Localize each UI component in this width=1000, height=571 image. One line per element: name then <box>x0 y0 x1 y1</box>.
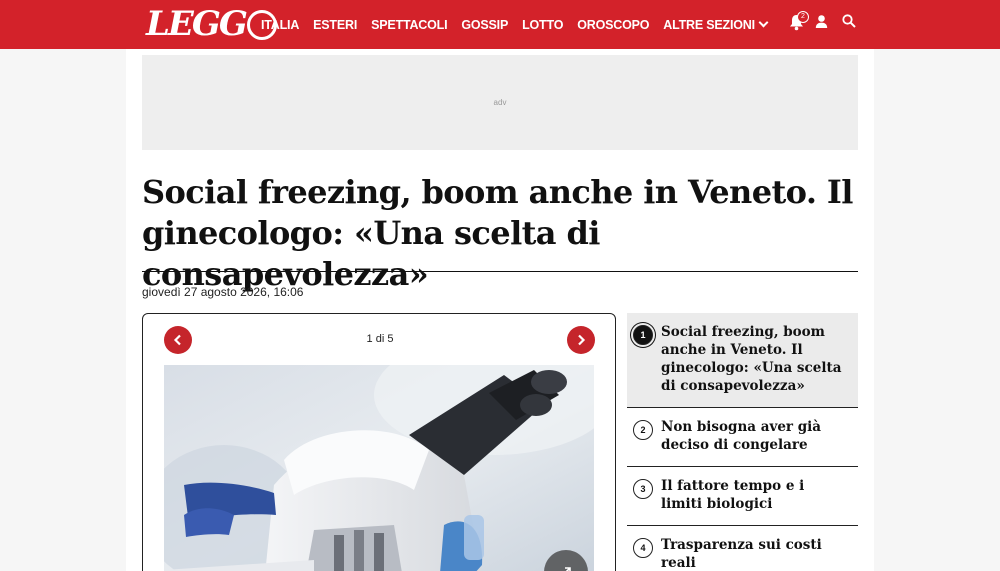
article-date: giovedì 27 agosto 2026, 16:06 <box>142 285 304 299</box>
slide-item-3[interactable]: 3 Il fattore tempo e i limiti biologici <box>627 467 858 526</box>
slide-title: Il fattore tempo e i limiti biologici <box>661 478 805 512</box>
advertisement-slot[interactable]: adv <box>142 55 858 150</box>
nav-item-esteri[interactable]: ESTERI <box>313 18 357 32</box>
nav-item-altre-sezioni-label: ALTRE SEZIONI <box>663 17 755 32</box>
chevron-right-icon <box>578 334 586 346</box>
main-nav: ITALIA ESTERI SPETTACOLI GOSSIP LOTTO OR… <box>254 0 774 49</box>
nav-item-oroscopo[interactable]: OROSCOPO <box>577 18 649 32</box>
nav-item-gossip[interactable]: GOSSIP <box>461 18 508 32</box>
slide-number: 3 <box>633 479 653 499</box>
headline-divider <box>142 271 858 272</box>
slide-number: 4 <box>633 538 653 558</box>
slide-item-4[interactable]: 4 Trasparenza sui costi reali <box>627 526 858 571</box>
slide-title: Non bisogna aver già deciso di congelare <box>661 419 822 453</box>
nav-item-lotto[interactable]: LOTTO <box>522 18 563 32</box>
adv-label: adv <box>493 98 507 107</box>
gallery-photo-microscope[interactable] <box>164 365 594 571</box>
notification-count-badge: 2 <box>797 11 809 23</box>
slide-item-2[interactable]: 2 Non bisogna aver già deciso di congela… <box>627 408 858 467</box>
slide-item-1[interactable]: 1 Social freezing, boom anche in Veneto.… <box>627 313 858 408</box>
gallery-counter: 1 di 5 <box>366 333 394 345</box>
photo-gallery: 1 di 5 <box>142 313 616 571</box>
nav-item-spettacoli[interactable]: SPETTACOLI <box>371 18 447 32</box>
article-headline: Social freezing, boom anche in Veneto. I… <box>142 173 853 293</box>
nav-item-altre-sezioni[interactable]: ALTRE SEZIONI <box>663 17 769 32</box>
top-navigation-bar: LEGG ITALIA ESTERI SPETTACOLI GOSSIP LOT… <box>0 0 1000 49</box>
slide-number: 1 <box>633 325 653 345</box>
slide-title: Social freezing, boom anche in Veneto. I… <box>661 324 842 394</box>
expand-icon[interactable] <box>544 550 588 571</box>
gallery-next-button[interactable] <box>567 326 595 354</box>
slide-title: Trasparenza sui costi reali <box>661 537 822 571</box>
chevron-down-icon <box>758 17 769 27</box>
slide-number: 2 <box>633 420 653 440</box>
gallery-slide-list: 1 Social freezing, boom anche in Veneto.… <box>627 313 858 571</box>
nav-item-italia[interactable]: ITALIA <box>261 18 299 32</box>
user-icon[interactable] <box>815 14 828 34</box>
search-icon[interactable] <box>842 14 856 33</box>
